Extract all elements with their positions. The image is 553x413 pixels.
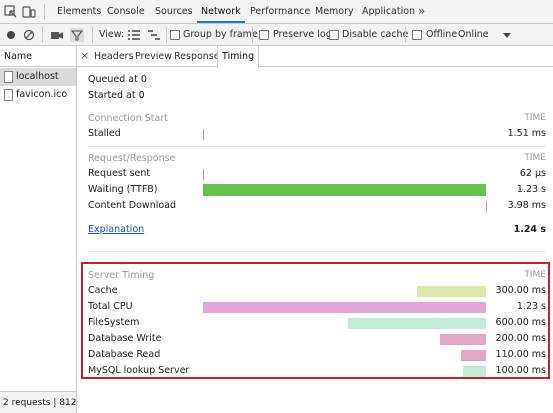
preserve-log-label: Preserve log (273, 29, 332, 40)
tab-elements[interactable]: Elements (57, 0, 101, 23)
preserve-log-checkbox[interactable] (259, 30, 269, 40)
section-divider (88, 251, 546, 252)
group-by-frame-checkbox[interactable] (170, 30, 180, 40)
tab-console[interactable]: Console (107, 0, 145, 23)
divider (42, 27, 43, 43)
request-name: localhost (16, 71, 59, 82)
waiting-ttfb-bar (203, 184, 486, 196)
tab-network[interactable]: Network (197, 0, 245, 23)
document-icon (4, 89, 13, 101)
time-column-header: TIME (524, 270, 546, 280)
server-timing-bar (417, 286, 486, 297)
server-timing-value: 600.00 ms (495, 317, 546, 328)
clear-icon[interactable] (22, 28, 36, 42)
server-timing-value: 110.00 ms (495, 349, 546, 360)
throttling-select[interactable]: Online (458, 24, 489, 46)
server-timing-label: Cache (88, 285, 118, 296)
device-toolbar-icon[interactable] (22, 5, 36, 19)
tab-response[interactable]: Response (174, 46, 220, 67)
content-download-value: 3.98 ms (507, 200, 546, 211)
view-label: View: (99, 29, 125, 40)
tab-application[interactable]: Application (362, 0, 415, 23)
stalled-bar (203, 129, 204, 140)
stalled-label: Stalled (88, 128, 121, 139)
disable-cache-label: Disable cache (342, 29, 409, 40)
server-timing-value: 100.00 ms (495, 365, 546, 376)
request-name: favicon.ico (16, 89, 68, 100)
divider (252, 27, 253, 43)
document-icon (4, 71, 13, 83)
stalled-value: 1.51 ms (507, 128, 546, 139)
time-column-header: TIME (524, 113, 546, 123)
group-by-frame-label: Group by frame (183, 29, 258, 40)
request-sent-bar (203, 169, 204, 180)
server-timing-bar (348, 318, 486, 329)
request-sent-value: 62 µs (519, 168, 546, 179)
started-at: Started at 0 (88, 90, 145, 101)
request-detail-pane: × Headers Preview Response Timing Queued… (77, 46, 553, 413)
inspect-element-icon[interactable] (4, 5, 18, 19)
tab-timing[interactable]: Timing (217, 46, 260, 68)
server-timing-label: Database Read (88, 349, 161, 360)
divider (92, 27, 93, 43)
server-timing-label: FileSystem (88, 317, 140, 328)
request-sent-label: Request sent (88, 168, 151, 179)
request-response-heading: Request/Response (88, 153, 176, 164)
server-timing-label: MySQL lookup Server (88, 365, 190, 376)
close-icon[interactable]: × (80, 46, 89, 67)
large-rows-icon[interactable] (127, 28, 141, 42)
server-timing-bar (203, 302, 486, 313)
filter-icon[interactable] (70, 28, 84, 42)
server-timing-label: Total CPU (88, 301, 133, 312)
server-timing-value: 1.23 s (516, 301, 546, 312)
divider (44, 4, 45, 20)
tab-sources[interactable]: Sources (155, 0, 193, 23)
tab-headers[interactable]: Headers (94, 46, 134, 67)
server-timing-heading: Server Timing (88, 270, 155, 281)
waterfall-icon[interactable] (147, 28, 161, 42)
waiting-ttfb-value: 1.23 s (516, 184, 546, 195)
status-bar: 2 requests | 812... (0, 391, 76, 413)
server-timing-bar (463, 366, 486, 377)
content-download-bar (486, 201, 487, 212)
offline-checkbox[interactable] (412, 30, 422, 40)
connection-start-heading: Connection Start (88, 113, 168, 124)
offline-label: Offline (426, 29, 458, 40)
tab-performance[interactable]: Performance (250, 0, 310, 23)
section-divider (88, 146, 546, 147)
name-column-header[interactable]: Name (0, 46, 76, 67)
waiting-ttfb-label: Waiting (TTFB) (88, 184, 158, 195)
divider (166, 27, 167, 43)
request-list: Name localhost favicon.ico 2 requests | … (0, 46, 77, 413)
queued-at: Queued at 0 (88, 74, 147, 85)
disable-cache-checkbox[interactable] (329, 30, 339, 40)
divider (405, 27, 406, 43)
total-time: 1.24 s (513, 224, 546, 235)
server-timing-bar (440, 334, 486, 345)
tab-memory[interactable]: Memory (315, 0, 354, 23)
network-toolbar: View: Group by frame Preserve log Disabl… (0, 24, 553, 46)
server-timing-bar (461, 350, 486, 361)
server-timing-value: 300.00 ms (495, 285, 546, 296)
request-item-favicon[interactable]: favicon.ico (0, 86, 76, 104)
detail-tabbar: × Headers Preview Response Timing (77, 46, 553, 68)
devtools-tabbar: Elements Console Sources Network Perform… (0, 0, 553, 24)
time-column-header: TIME (524, 153, 546, 163)
record-icon[interactable] (4, 28, 18, 42)
explanation-link[interactable]: Explanation (88, 224, 144, 235)
chevron-down-icon[interactable] (500, 29, 514, 43)
camera-icon[interactable] (50, 28, 64, 42)
server-timing-value: 200.00 ms (495, 333, 546, 344)
tab-preview[interactable]: Preview (135, 46, 172, 67)
server-timing-label: Database Write (88, 333, 162, 344)
content-download-label: Content Download (88, 200, 177, 211)
request-item-localhost[interactable]: localhost (0, 68, 76, 86)
more-tabs-button[interactable]: » (418, 0, 425, 23)
